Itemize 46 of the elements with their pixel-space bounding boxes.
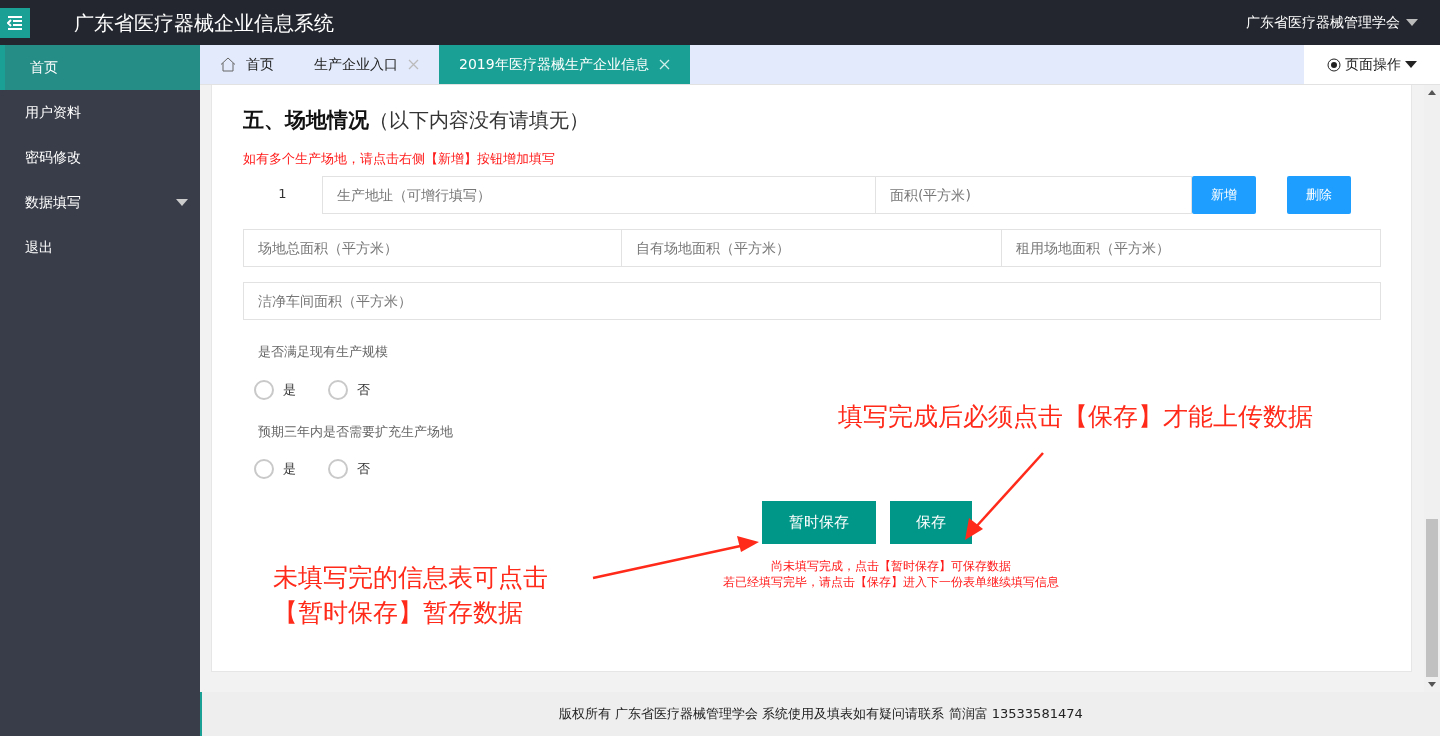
page-actions-menu[interactable]: 页面操作 <box>1304 45 1440 84</box>
radio-option[interactable]: 否 <box>328 459 370 479</box>
sidebar-item[interactable]: 密码修改 <box>0 135 200 180</box>
question-label: 是否满足现有生产规模 <box>258 343 389 361</box>
section-subtitle: （以下内容没有请填无） <box>369 107 589 134</box>
caret-icon <box>1405 61 1417 68</box>
sidebar-item[interactable]: 首页 <box>0 45 200 90</box>
hint-text: 若已经填写完毕，请点击【保存】进入下一份表单继续填写信息 <box>723 574 1059 590</box>
caret-icon <box>1406 19 1418 26</box>
radio-option[interactable]: 是 <box>254 379 296 400</box>
sidebar-item[interactable]: 退出 <box>0 225 200 270</box>
app-title: 广东省医疗器械企业信息系统 <box>74 9 334 37</box>
question-label: 预期三年内是否需要扩充生产场地 <box>258 422 454 441</box>
input-field[interactable]: 生产地址（可增行填写） <box>322 176 876 214</box>
sidebar-item[interactable]: 数据填写 <box>0 180 200 225</box>
radio-button[interactable] <box>328 459 348 479</box>
home-icon <box>220 57 236 72</box>
annotation-text: 未填写完的信息表可点击【暂时保存】暂存数据 <box>273 562 549 629</box>
input-field[interactable]: 洁净车间面积（平方米） <box>243 282 1381 320</box>
save-button[interactable]: 保存 <box>890 501 972 544</box>
user-menu[interactable]: 广东省医疗器械管理学会 <box>1246 12 1418 33</box>
tab[interactable]: 生产企业入口 <box>294 45 439 84</box>
input-field[interactable]: 自有场地面积（平方米） <box>622 229 1002 267</box>
tab[interactable]: 首页 <box>200 45 294 84</box>
radio-option[interactable]: 是 <box>254 459 296 479</box>
input-field[interactable]: 租用场地面积（平方米） <box>1001 229 1381 267</box>
scrollbar-thumb[interactable] <box>1426 519 1438 677</box>
notice-text: 如有多个生产场地，请点击右侧【新增】按钮增加填写 <box>243 149 556 168</box>
section-title: 五、场地情况 <box>243 107 369 134</box>
row-number: 1 <box>277 185 288 203</box>
footer-text: 版权所有 广东省医疗器械管理学会 系统使用及填表如有疑问请联系 简润富 13533581474 <box>559 705 1083 724</box>
radio-option[interactable]: 否 <box>328 379 370 400</box>
scroll-up-icon[interactable] <box>1428 90 1436 95</box>
close-icon[interactable] <box>408 59 419 70</box>
menu-icon[interactable] <box>0 7 30 38</box>
radio-dot-icon <box>1327 57 1341 72</box>
annotation-text: 填写完成后必须点击【保存】才能上传数据 <box>838 401 1313 433</box>
radio-button[interactable] <box>254 459 274 479</box>
save-button[interactable]: 暂时保存 <box>762 501 876 544</box>
radio-button[interactable] <box>254 379 274 400</box>
scroll-down-icon[interactable] <box>1428 682 1436 687</box>
radio-button[interactable] <box>328 379 348 400</box>
hint-text: 尚未填写完成，点击【暂时保存】可保存数据 <box>771 558 1011 574</box>
input-field[interactable]: 面积(平方米) <box>876 176 1192 214</box>
sidebar-item[interactable]: 用户资料 <box>0 90 200 135</box>
input-field[interactable]: 场地总面积（平方米） <box>243 229 623 267</box>
